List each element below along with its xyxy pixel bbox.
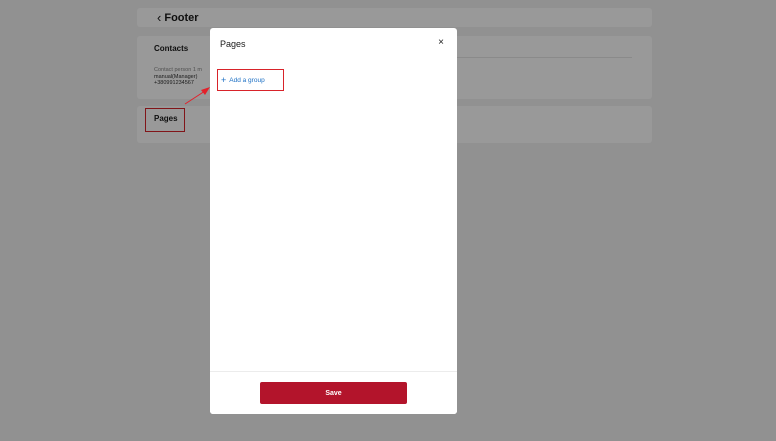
pages-modal: Pages × + Add a group Save <box>210 28 457 414</box>
close-icon[interactable]: × <box>435 37 447 49</box>
modal-title: Pages <box>220 39 246 49</box>
modal-footer: Save <box>210 371 457 414</box>
plus-icon: + <box>221 74 227 85</box>
add-group-button[interactable]: + Add a group <box>217 69 284 91</box>
save-button[interactable]: Save <box>260 382 407 404</box>
add-group-label: Add a group <box>229 76 265 84</box>
